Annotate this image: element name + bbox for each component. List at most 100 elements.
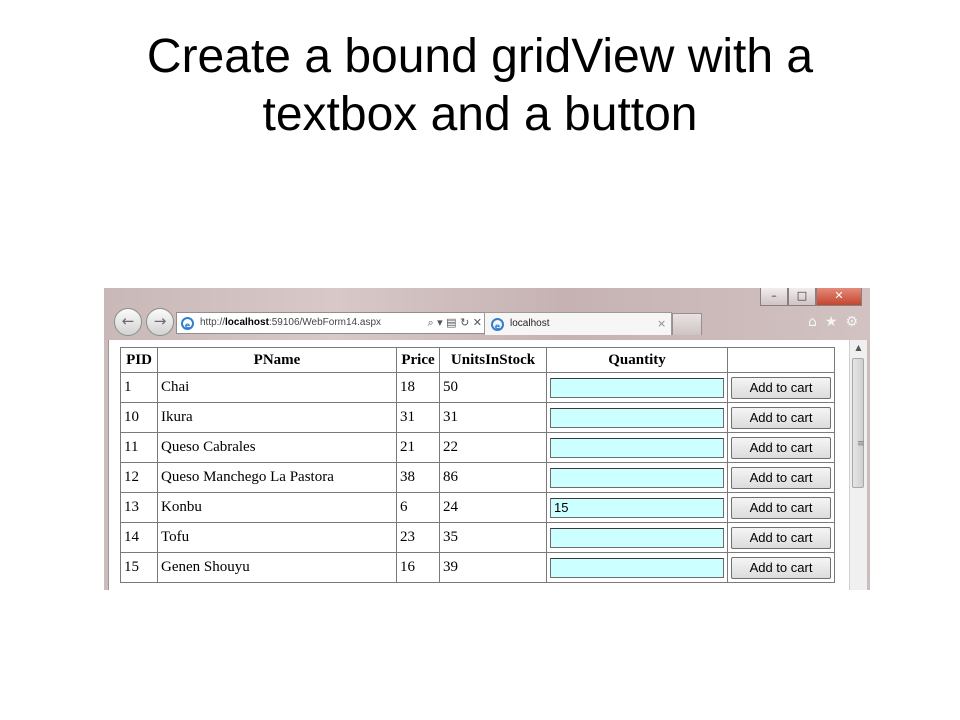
- table-row: 15 Genen Shouyu 16 39 Add to cart: [120, 552, 835, 583]
- header-quantity: Quantity: [546, 347, 728, 373]
- add-to-cart-button[interactable]: Add to cart: [731, 526, 831, 549]
- slide-title-line-2: textbox and a button: [262, 88, 698, 141]
- browser-screenshot: – □ ✕ ← → e http://localhost:59106/WebFo…: [104, 288, 870, 590]
- cell-price: 16: [396, 552, 440, 583]
- address-tools-icons[interactable]: ⌕ ▾ ▤ ↻ ✕: [425, 313, 486, 333]
- table-row: 10 Ikura 31 31 Add to cart: [120, 402, 835, 433]
- cell-price: 23: [396, 522, 440, 553]
- scroll-thumb[interactable]: ≡: [852, 358, 865, 488]
- tab-title: localhost: [510, 318, 550, 329]
- cell-action: Add to cart: [727, 492, 835, 523]
- address-url[interactable]: http://localhost:59106/WebForm14.aspx: [200, 313, 425, 333]
- cell-action: Add to cart: [727, 372, 835, 403]
- add-to-cart-button[interactable]: Add to cart: [731, 436, 831, 459]
- cell-stock: 22: [439, 432, 547, 463]
- slide-title-line-1: Create a bound gridView with a: [146, 30, 814, 83]
- cell-pname: Ikura: [157, 402, 397, 433]
- scroll-up-icon[interactable]: ▲: [850, 340, 867, 356]
- quantity-input[interactable]: [550, 437, 724, 458]
- slide-title: Create a bound gridView with a textbox a…: [0, 28, 960, 144]
- products-gridview: PID PName Price UnitsInStock Quantity 1 …: [120, 347, 835, 583]
- table-row: 13 Konbu 6 24 Add to cart: [120, 492, 835, 523]
- quantity-input[interactable]: [550, 497, 724, 518]
- back-button[interactable]: ←: [114, 308, 142, 336]
- gear-icon[interactable]: ⚙: [845, 314, 858, 330]
- table-row: 12 Queso Manchego La Pastora 38 86 Add t…: [120, 462, 835, 493]
- quantity-input[interactable]: [550, 557, 724, 578]
- cell-quantity: [546, 372, 728, 403]
- tab-close-icon[interactable]: ×: [657, 313, 671, 335]
- cell-stock: 35: [439, 522, 547, 553]
- cell-stock: 31: [439, 402, 547, 433]
- cell-stock: 86: [439, 462, 547, 493]
- cell-quantity: [546, 522, 728, 553]
- cell-pname: Chai: [157, 372, 397, 403]
- cell-pid: 1: [120, 372, 158, 403]
- quantity-input[interactable]: [550, 527, 724, 548]
- cell-price: 18: [396, 372, 440, 403]
- new-tab-button[interactable]: [672, 313, 702, 335]
- quantity-input[interactable]: [550, 407, 724, 428]
- header-price: Price: [396, 347, 440, 373]
- forward-button[interactable]: →: [146, 308, 174, 336]
- table-row: 14 Tofu 23 35 Add to cart: [120, 522, 835, 553]
- header-pname: PName: [157, 347, 397, 373]
- add-to-cart-button[interactable]: Add to cart: [731, 376, 831, 399]
- cell-action: Add to cart: [727, 432, 835, 463]
- cell-pname: Tofu: [157, 522, 397, 553]
- ie-tab-icon: e: [491, 317, 504, 331]
- cell-pname: Queso Cabrales: [157, 432, 397, 463]
- cell-pname: Genen Shouyu: [157, 552, 397, 583]
- cell-quantity: [546, 462, 728, 493]
- cell-pname: Queso Manchego La Pastora: [157, 462, 397, 493]
- cell-price: 31: [396, 402, 440, 433]
- header-action: [727, 347, 835, 373]
- cell-pid: 10: [120, 402, 158, 433]
- grid-header-row: PID PName Price UnitsInStock Quantity: [120, 347, 835, 373]
- table-row: 1 Chai 18 50 Add to cart: [120, 372, 835, 403]
- cell-action: Add to cart: [727, 462, 835, 493]
- header-pid: PID: [120, 347, 158, 373]
- minimize-button[interactable]: –: [760, 288, 788, 306]
- cell-pid: 12: [120, 462, 158, 493]
- cell-action: Add to cart: [727, 402, 835, 433]
- cell-action: Add to cart: [727, 552, 835, 583]
- ie-page-icon: e: [181, 316, 194, 330]
- browser-chrome: – □ ✕ ← → e http://localhost:59106/WebFo…: [104, 288, 870, 340]
- cell-action: Add to cart: [727, 522, 835, 553]
- toolbar-icons: ⌂ ★ ⚙: [808, 314, 858, 330]
- cell-quantity: [546, 402, 728, 433]
- cell-pid: 13: [120, 492, 158, 523]
- header-units-in-stock: UnitsInStock: [439, 347, 547, 373]
- cell-pid: 11: [120, 432, 158, 463]
- tab-localhost[interactable]: e localhost ×: [484, 312, 672, 335]
- cell-quantity: [546, 432, 728, 463]
- maximize-button[interactable]: □: [788, 288, 816, 306]
- cell-pid: 14: [120, 522, 158, 553]
- cell-price: 38: [396, 462, 440, 493]
- cell-stock: 50: [439, 372, 547, 403]
- back-arrow-icon: ←: [121, 312, 135, 330]
- close-window-button[interactable]: ✕: [816, 288, 862, 306]
- cell-price: 6: [396, 492, 440, 523]
- cell-quantity: [546, 492, 728, 523]
- cell-pid: 15: [120, 552, 158, 583]
- add-to-cart-button[interactable]: Add to cart: [731, 556, 831, 579]
- cell-pname: Konbu: [157, 492, 397, 523]
- quantity-input[interactable]: [550, 467, 724, 488]
- favorites-star-icon[interactable]: ★: [825, 314, 838, 330]
- vertical-scrollbar[interactable]: ▲ ≡: [849, 340, 867, 590]
- page-content: PID PName Price UnitsInStock Quantity 1 …: [108, 340, 867, 590]
- add-to-cart-button[interactable]: Add to cart: [731, 466, 831, 489]
- cell-price: 21: [396, 432, 440, 463]
- cell-stock: 39: [439, 552, 547, 583]
- address-bar[interactable]: e http://localhost:59106/WebForm14.aspx …: [176, 312, 486, 334]
- add-to-cart-button[interactable]: Add to cart: [731, 496, 831, 519]
- table-row: 11 Queso Cabrales 21 22 Add to cart: [120, 432, 835, 463]
- cell-stock: 24: [439, 492, 547, 523]
- grip-icon: ≡: [857, 439, 865, 449]
- add-to-cart-button[interactable]: Add to cart: [731, 406, 831, 429]
- home-icon[interactable]: ⌂: [808, 314, 817, 330]
- cell-quantity: [546, 552, 728, 583]
- quantity-input[interactable]: [550, 377, 724, 398]
